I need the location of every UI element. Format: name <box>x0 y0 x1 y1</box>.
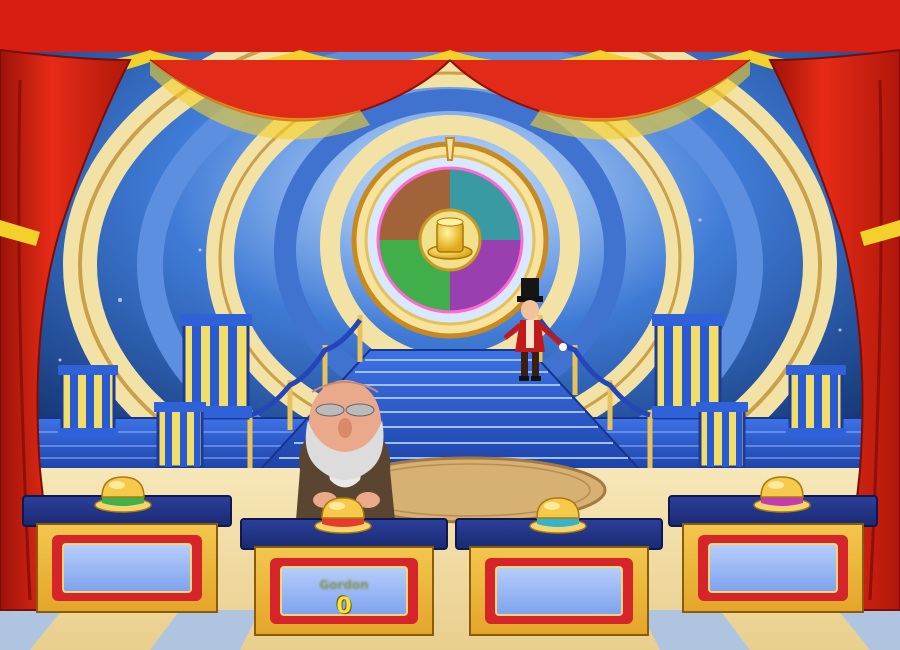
podium-body <box>469 546 649 636</box>
player-podium-3 <box>455 518 663 636</box>
podium-panel: Gordon 0 <box>270 558 418 624</box>
player-podium-2: Gordon 0 <box>240 518 448 636</box>
wheel-pointer <box>444 137 456 161</box>
buzzer-button-1[interactable] <box>93 473 153 513</box>
player-name: Gordon <box>319 578 369 592</box>
podium-body: Gordon 0 <box>254 546 434 636</box>
player-score-display <box>708 543 838 593</box>
player-score-display <box>495 566 623 616</box>
buzzer-button-4[interactable] <box>752 473 812 513</box>
buzzer-button-2[interactable] <box>313 494 373 534</box>
podium-panel <box>52 535 202 601</box>
podium-panel <box>698 535 848 601</box>
podium-body <box>36 523 218 613</box>
player-score: 0 <box>336 594 352 619</box>
podium-panel <box>485 558 633 624</box>
podium-body <box>682 523 864 613</box>
player-score-display: Gordon 0 <box>280 566 408 619</box>
buzzer-button-3[interactable] <box>528 494 588 534</box>
player-score-display <box>62 543 192 593</box>
